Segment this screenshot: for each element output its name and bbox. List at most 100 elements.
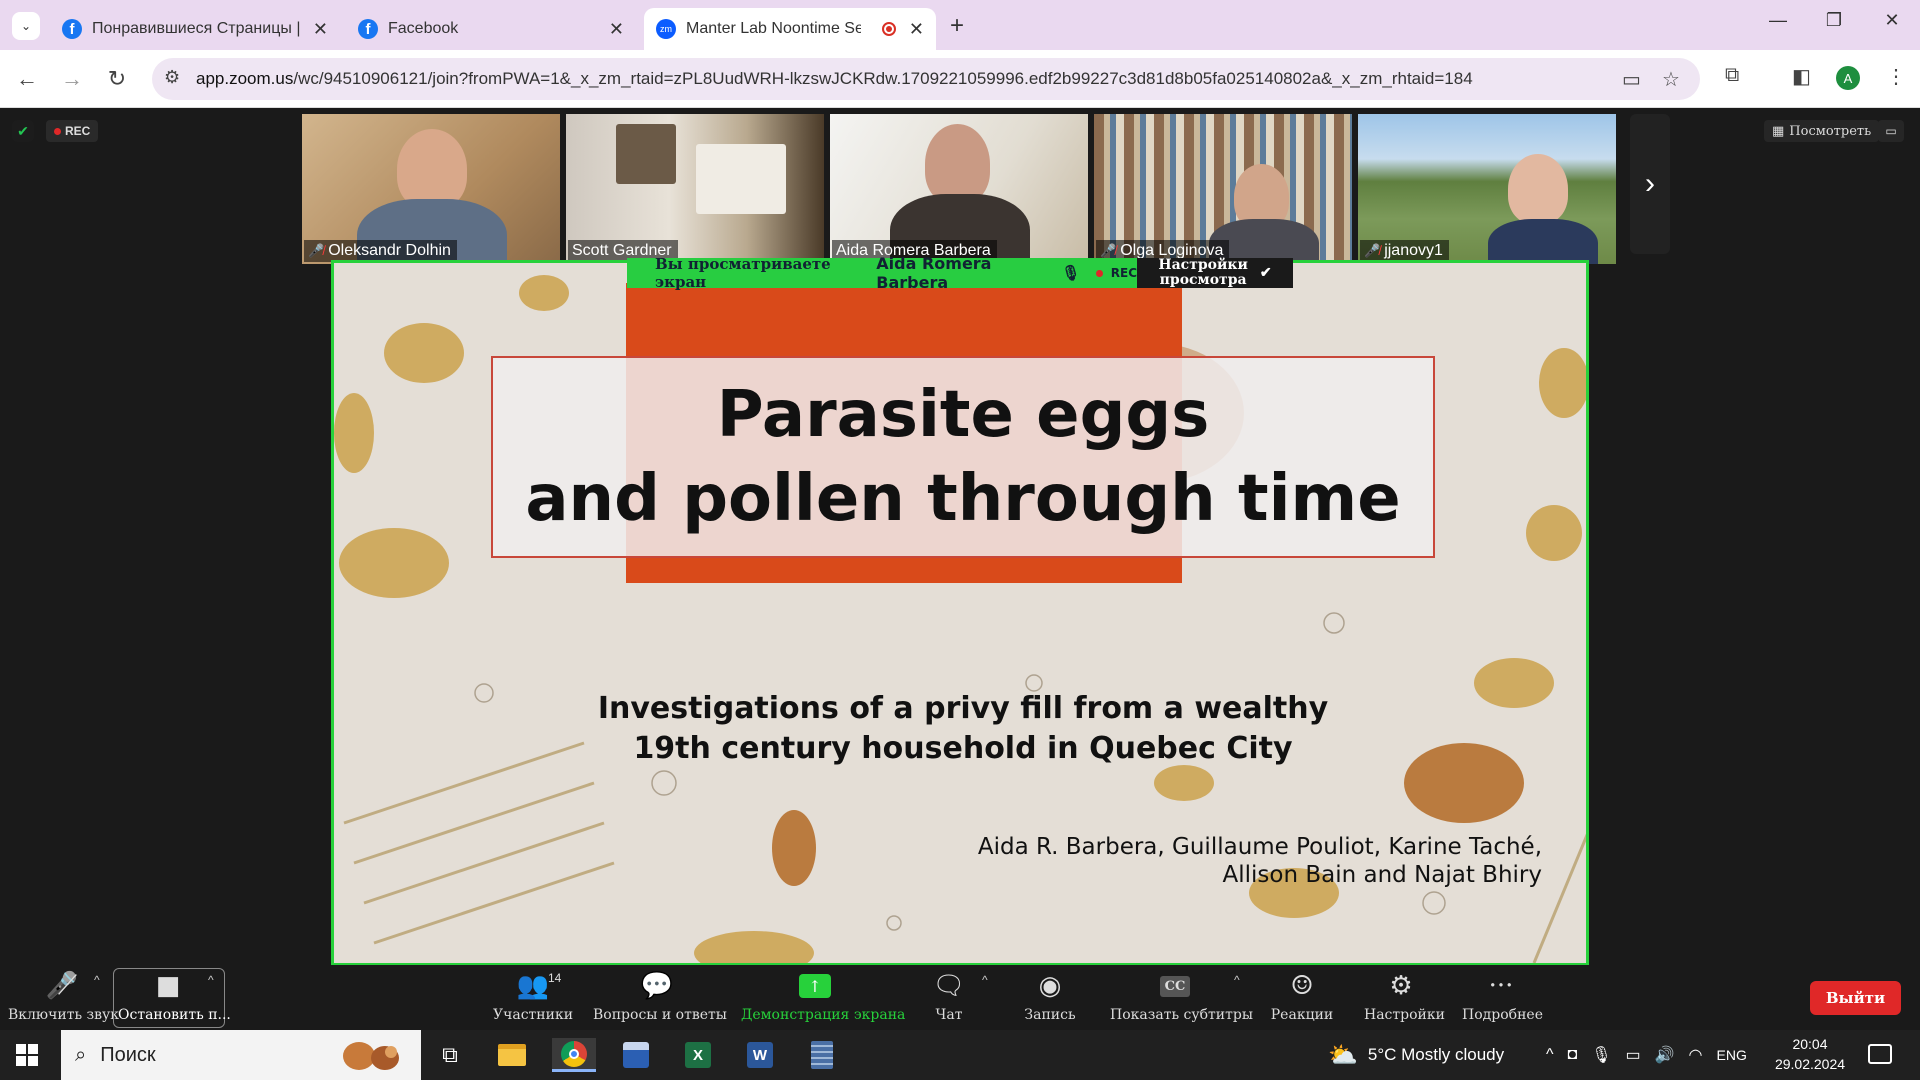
wifi-icon[interactable]: ◠ [1689,1045,1703,1065]
profile-avatar[interactable]: A [1836,66,1860,90]
unmute-label: Включить звук [8,1007,120,1023]
tab-facebook[interactable]: f Facebook ✕ [346,8,636,50]
word-icon[interactable]: W [738,1038,782,1072]
video-tile[interactable]: 🎤̸ jjanovy1 [1358,114,1616,264]
notifications-icon[interactable] [1868,1044,1892,1064]
captions-options-caret-icon[interactable]: ^ [1234,973,1240,987]
share-screen-button[interactable]: ↑ Демонстрация экрана [741,969,905,1023]
more-button[interactable]: ··· Подробнее [1462,969,1543,1023]
close-icon[interactable]: ✕ [909,19,924,40]
url-text[interactable]: app.zoom.us/wc/94510906121/join?fromPWA=… [196,69,1473,89]
captions-cc-icon: CC [1110,969,1240,1003]
qa-bubbles-icon: 💬 [640,971,674,1001]
minimize-button[interactable]: — [1758,10,1798,31]
video-tile[interactable]: 🎤̸ Oleksandr Dolhin [302,114,560,264]
stop-video-label: Остановить п... [118,1007,231,1023]
qa-button[interactable]: 💬 Вопросы и ответы [593,969,727,1023]
site-settings-icon[interactable]: ⚙ [164,67,180,88]
url-path: /wc/94510906121/join?fromPWA=1&_x_zm_rta… [293,69,1473,88]
task-view-icon[interactable]: ⧉ [428,1038,472,1072]
new-tab-button[interactable]: + [950,12,964,40]
excel-icon[interactable]: X [676,1038,720,1072]
meeting-controls: 🎤̸ Включить звук ^ ■ Остановить п... ^ 👥… [0,965,1920,1030]
record-dot-icon [1096,269,1103,277]
video-tile-active-speaker[interactable]: Aida Romera Barbera [830,114,1088,264]
next-page-chevron-icon[interactable]: › [1630,114,1670,254]
view-button[interactable]: ▦ Посмотреть [1764,120,1880,142]
search-placeholder: Поиск [100,1043,156,1066]
back-button[interactable]: ← [12,64,42,94]
tab-facebook-likes[interactable]: f Понравившиеся Страницы | Fa ✕ [50,8,340,50]
leave-meeting-button[interactable]: Выйти [1810,981,1901,1015]
tab-title: Понравившиеся Страницы | Fa [92,20,302,37]
facebook-icon: f [62,19,82,39]
battery-icon[interactable]: ▭ [1626,1045,1641,1065]
file-explorer-icon[interactable] [490,1038,534,1072]
microphone-icon[interactable]: 🎙 [1591,1045,1611,1065]
record-button[interactable]: ◉ Запись [1020,969,1080,1023]
save-disk-app-icon[interactable] [614,1038,658,1072]
forward-button[interactable]: → [57,64,87,94]
share-banner-text: Вы просматриваете экран [655,255,831,291]
encryption-shield-icon[interactable]: ✔ [12,120,34,142]
qa-label: Вопросы и ответы [593,1007,727,1023]
view-options-label: Настройки [1158,257,1248,273]
participant-name: jjanovy1 [1384,242,1443,259]
chrome-icon[interactable] [552,1038,596,1072]
participants-label: Участники [493,1007,574,1023]
clock-date: 29.02.2024 [1774,1056,1846,1072]
presenter-name: Aida Romera Barbera [876,254,992,292]
bookmark-star-icon[interactable]: ☆ [1662,67,1680,92]
windows-start-icon[interactable] [16,1044,38,1066]
slide-authors-line: Aida R. Barbera, Guillaume Pouliot, Kari… [977,834,1542,860]
tab-zoom-meeting[interactable]: zm Manter Lab Noontime Semi ✕ [644,8,936,50]
chat-button[interactable]: 🗨 Чат [927,969,971,1023]
tab-search-icon[interactable]: ⌄ [12,12,40,40]
video-tile[interactable]: 🎤̸ Olga Loginova [1094,114,1352,264]
extensions-icon[interactable]: ⧉ [1725,64,1739,87]
weather-text: 5°C Mostly cloudy [1367,1045,1505,1064]
search-icon: ⌕ [75,1043,87,1066]
fullscreen-button[interactable]: ▭ [1878,120,1904,142]
zoom-meeting: ✔ REC ▦ Посмотреть ▭ 🎤̸ Oleksandr Dolhin S… [0,108,1920,968]
record-label: Запись [1024,1007,1076,1023]
language-indicator[interactable]: ENG [1717,1047,1747,1063]
tab-title: Manter Lab Noontime Semi [686,20,861,37]
chrome-menu-icon[interactable]: ⋮ [1886,64,1906,89]
shared-screen: Parasite eggs and pollen through time In… [331,260,1589,966]
reload-button[interactable]: ↻ [102,64,132,94]
show-hidden-icons-chevron-icon[interactable]: ^ [1546,1046,1554,1064]
muted-mic-icon: 🎤̸ [1100,243,1117,258]
gear-icon: ⚙ [1389,971,1413,1001]
weather-widget[interactable]: ⛅ 5°C Mostly cloudy [1328,1030,1504,1080]
recording-badge[interactable]: REC [46,120,99,142]
taskbar-search[interactable]: ⌕ Поиск [61,1030,421,1080]
muted-mic-icon: 🎤̸ [308,243,325,258]
chevron-down-icon: ✔ [1259,264,1272,281]
view-label: Посмотреть [1789,123,1872,139]
stop-video-button[interactable]: ■ Остановить п... [118,969,231,1023]
taskbar-clock[interactable]: 20:04 29.02.2024 [1765,1034,1855,1074]
volume-icon[interactable]: 🔊 [1655,1045,1675,1065]
audio-options-caret-icon[interactable]: ^ [94,973,100,987]
chat-options-caret-icon[interactable]: ^ [982,973,988,987]
calculator-icon[interactable] [800,1038,844,1072]
close-icon[interactable]: ✕ [609,19,624,40]
share-rec-label: REC [1110,266,1138,280]
slide-subtitle: Investigations of a privy fill from a we… [334,689,1586,769]
camera-in-use-icon[interactable]: ◘ [1568,1046,1578,1064]
restore-button[interactable]: ❐ [1814,10,1854,31]
reactions-button[interactable]: ☺ Реакции [1270,969,1334,1023]
slide-authors: Aida R. Barbera, Guillaume Pouliot, Kari… [978,833,1542,889]
video-tile[interactable]: Scott Gardner [566,114,824,264]
view-options-button[interactable]: Настройки просмотра ✔ [1137,258,1293,288]
video-options-caret-icon[interactable]: ^ [208,973,214,987]
side-panel-icon[interactable]: ◧ [1792,64,1811,89]
address-bar[interactable]: ⚙ app.zoom.us/wc/94510906121/join?fromPW… [152,58,1700,100]
settings-button[interactable]: ⚙ Настройки [1364,969,1445,1023]
show-captions-button[interactable]: CC Показать субтитры [1110,969,1253,1023]
close-icon[interactable]: ✕ [313,19,328,40]
close-window-button[interactable]: ✕ [1872,10,1912,31]
camera-icon[interactable]: ▭ [1622,67,1641,92]
chat-icon: 🗨 [932,971,966,1001]
